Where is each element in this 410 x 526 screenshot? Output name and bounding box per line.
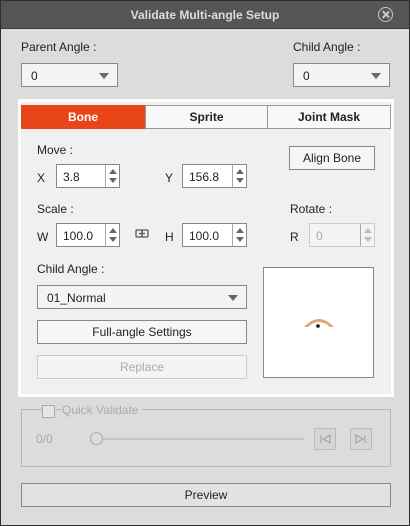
scale-h-input[interactable]: 100.0 [182,223,247,247]
move-x-label: X [37,171,46,185]
spinner-arrows-icon[interactable] [232,165,246,187]
scale-label: Scale : [37,202,74,216]
quick-validate-checkbox[interactable] [42,405,55,418]
validate-slider-thumb[interactable] [90,432,103,445]
chevron-down-icon [99,73,109,79]
sprite-preview [263,267,374,378]
chevron-down-icon [371,73,381,79]
scale-w-value: 100.0 [63,229,94,243]
child-angle-select[interactable]: 01_Normal [37,285,247,309]
chevron-down-icon [228,295,238,301]
dialog-title: Validate Multi-angle Setup [130,8,280,22]
scale-w-input[interactable]: 100.0 [56,223,120,247]
child-angle-top-value: 0 [303,69,310,83]
quick-validate-group: Quick Validate 0/0 [21,403,391,467]
move-label: Move : [37,143,74,157]
step-back-button[interactable] [314,428,336,450]
spinner-arrows-icon[interactable] [360,224,374,246]
rotate-r-value: 0 [316,229,323,243]
align-bone-button[interactable]: Align Bone [289,146,375,170]
settings-panel: Bone Sprite Joint Mask Move : X 3.8 Y 15… [18,99,394,397]
child-angle-top-select[interactable]: 0 [293,63,390,87]
step-forward-icon [355,433,366,445]
scale-h-label: H [165,230,174,244]
validate-slider-track[interactable] [92,438,304,440]
quick-validate-label: Quick Validate [62,403,143,417]
move-y-label: Y [165,171,174,185]
preview-button[interactable]: Preview [21,483,391,507]
rotate-r-label: R [290,230,299,244]
validate-dialog: Validate Multi-angle Setup Parent Angle … [0,0,410,526]
move-x-value: 3.8 [63,170,80,184]
move-x-input[interactable]: 3.8 [56,164,120,188]
spinner-arrows-icon[interactable] [105,165,119,187]
spinner-arrows-icon[interactable] [232,224,246,246]
parent-angle-select[interactable]: 0 [21,63,118,87]
sprite-thumbnail [304,319,334,328]
step-back-icon [320,433,331,445]
tab-joint-mask[interactable]: Joint Mask [267,105,391,129]
spinner-arrows-icon[interactable] [105,224,119,246]
rotate-r-input[interactable]: 0 [309,223,375,247]
validate-progress-text: 0/0 [36,432,53,446]
parent-angle-label: Parent Angle : [21,40,97,54]
step-forward-button[interactable] [350,428,372,450]
move-y-input[interactable]: 156.8 [182,164,247,188]
rotate-label: Rotate : [290,202,333,216]
close-icon[interactable] [378,7,393,22]
parent-angle-value: 0 [31,69,38,83]
child-angle-value: 01_Normal [47,291,106,305]
tab-sprite[interactable]: Sprite [145,105,268,129]
tab-bone[interactable]: Bone [21,105,145,129]
full-angle-settings-button[interactable]: Full-angle Settings [37,320,247,344]
scale-h-value: 100.0 [189,229,220,243]
child-angle-label: Child Angle : [37,262,105,276]
move-y-value: 156.8 [189,170,220,184]
replace-button[interactable]: Replace [37,355,247,379]
title-bar: Validate Multi-angle Setup [1,1,409,29]
scale-w-label: W [37,230,49,244]
child-angle-top-label: Child Angle : [293,40,361,54]
link-icon[interactable] [135,229,149,238]
